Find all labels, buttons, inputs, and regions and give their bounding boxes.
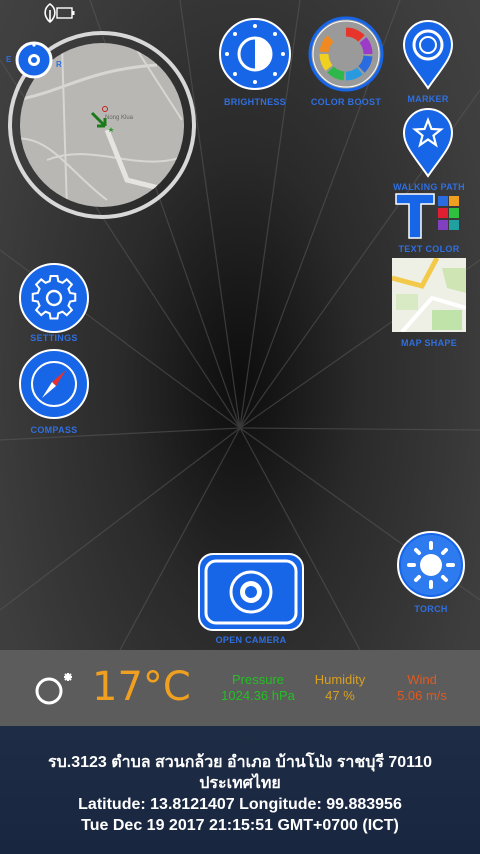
marker-label: MARKER xyxy=(407,94,449,104)
torch-label: TORCH xyxy=(414,604,448,614)
open-camera-label: OPEN CAMERA xyxy=(215,635,287,645)
text-color-label: TEXT COLOR xyxy=(398,244,460,254)
map-shape-button[interactable] xyxy=(391,256,467,334)
wind-value: 5.06 m/s xyxy=(397,688,447,703)
torch-button[interactable] xyxy=(396,530,466,600)
brightness-label: BRIGHTNESS xyxy=(223,97,286,107)
compass-button[interactable] xyxy=(18,348,90,420)
location-info-panel: รบ.3123 ตำบล สวนกล้วย อำเภอ บ้านโป่ง ราช… xyxy=(0,726,480,854)
compass-letter-e: E xyxy=(6,55,12,64)
map-shape-label: MAP SHAPE xyxy=(400,338,458,348)
color-boost-label: COLOR BOOST xyxy=(310,97,382,107)
walking-path-button[interactable] xyxy=(402,108,454,178)
open-camera-button[interactable] xyxy=(197,552,305,632)
marker-button[interactable] xyxy=(402,20,454,90)
address-line-2: ประเทศไทย xyxy=(199,775,281,792)
temperature: 17°C xyxy=(92,664,191,710)
map-place-label: Nong Klua xyxy=(105,115,134,121)
address-line-1: รบ.3123 ตำบล สวนกล้วย อำเภอ บ้านโป่ง ราช… xyxy=(48,754,432,771)
brightness-button[interactable] xyxy=(218,17,292,91)
night-weather-icon xyxy=(32,670,76,710)
settings-label: SETTINGS xyxy=(30,333,78,343)
compass-letter-r: R xyxy=(56,60,63,69)
wind-label: Wind xyxy=(407,672,437,687)
text-color-button[interactable] xyxy=(394,192,464,240)
compass-label: COMPASS xyxy=(30,425,78,435)
walking-path-label: WALKING PATH xyxy=(393,182,465,192)
weather-bar: 17°C Pressure 1024.36 hPa Humidity 47 % … xyxy=(0,650,480,726)
color-boost-button[interactable] xyxy=(308,16,384,92)
map-compass-dial[interactable] xyxy=(14,40,54,80)
battery-icon xyxy=(56,6,76,20)
datetime: Tue Dec 19 2017 21:15:51 GMT+0700 (ICT) xyxy=(81,817,399,834)
settings-button[interactable] xyxy=(18,262,90,334)
coordinates: Latitude: 13.8121407 Longitude: 99.88395… xyxy=(78,796,402,813)
